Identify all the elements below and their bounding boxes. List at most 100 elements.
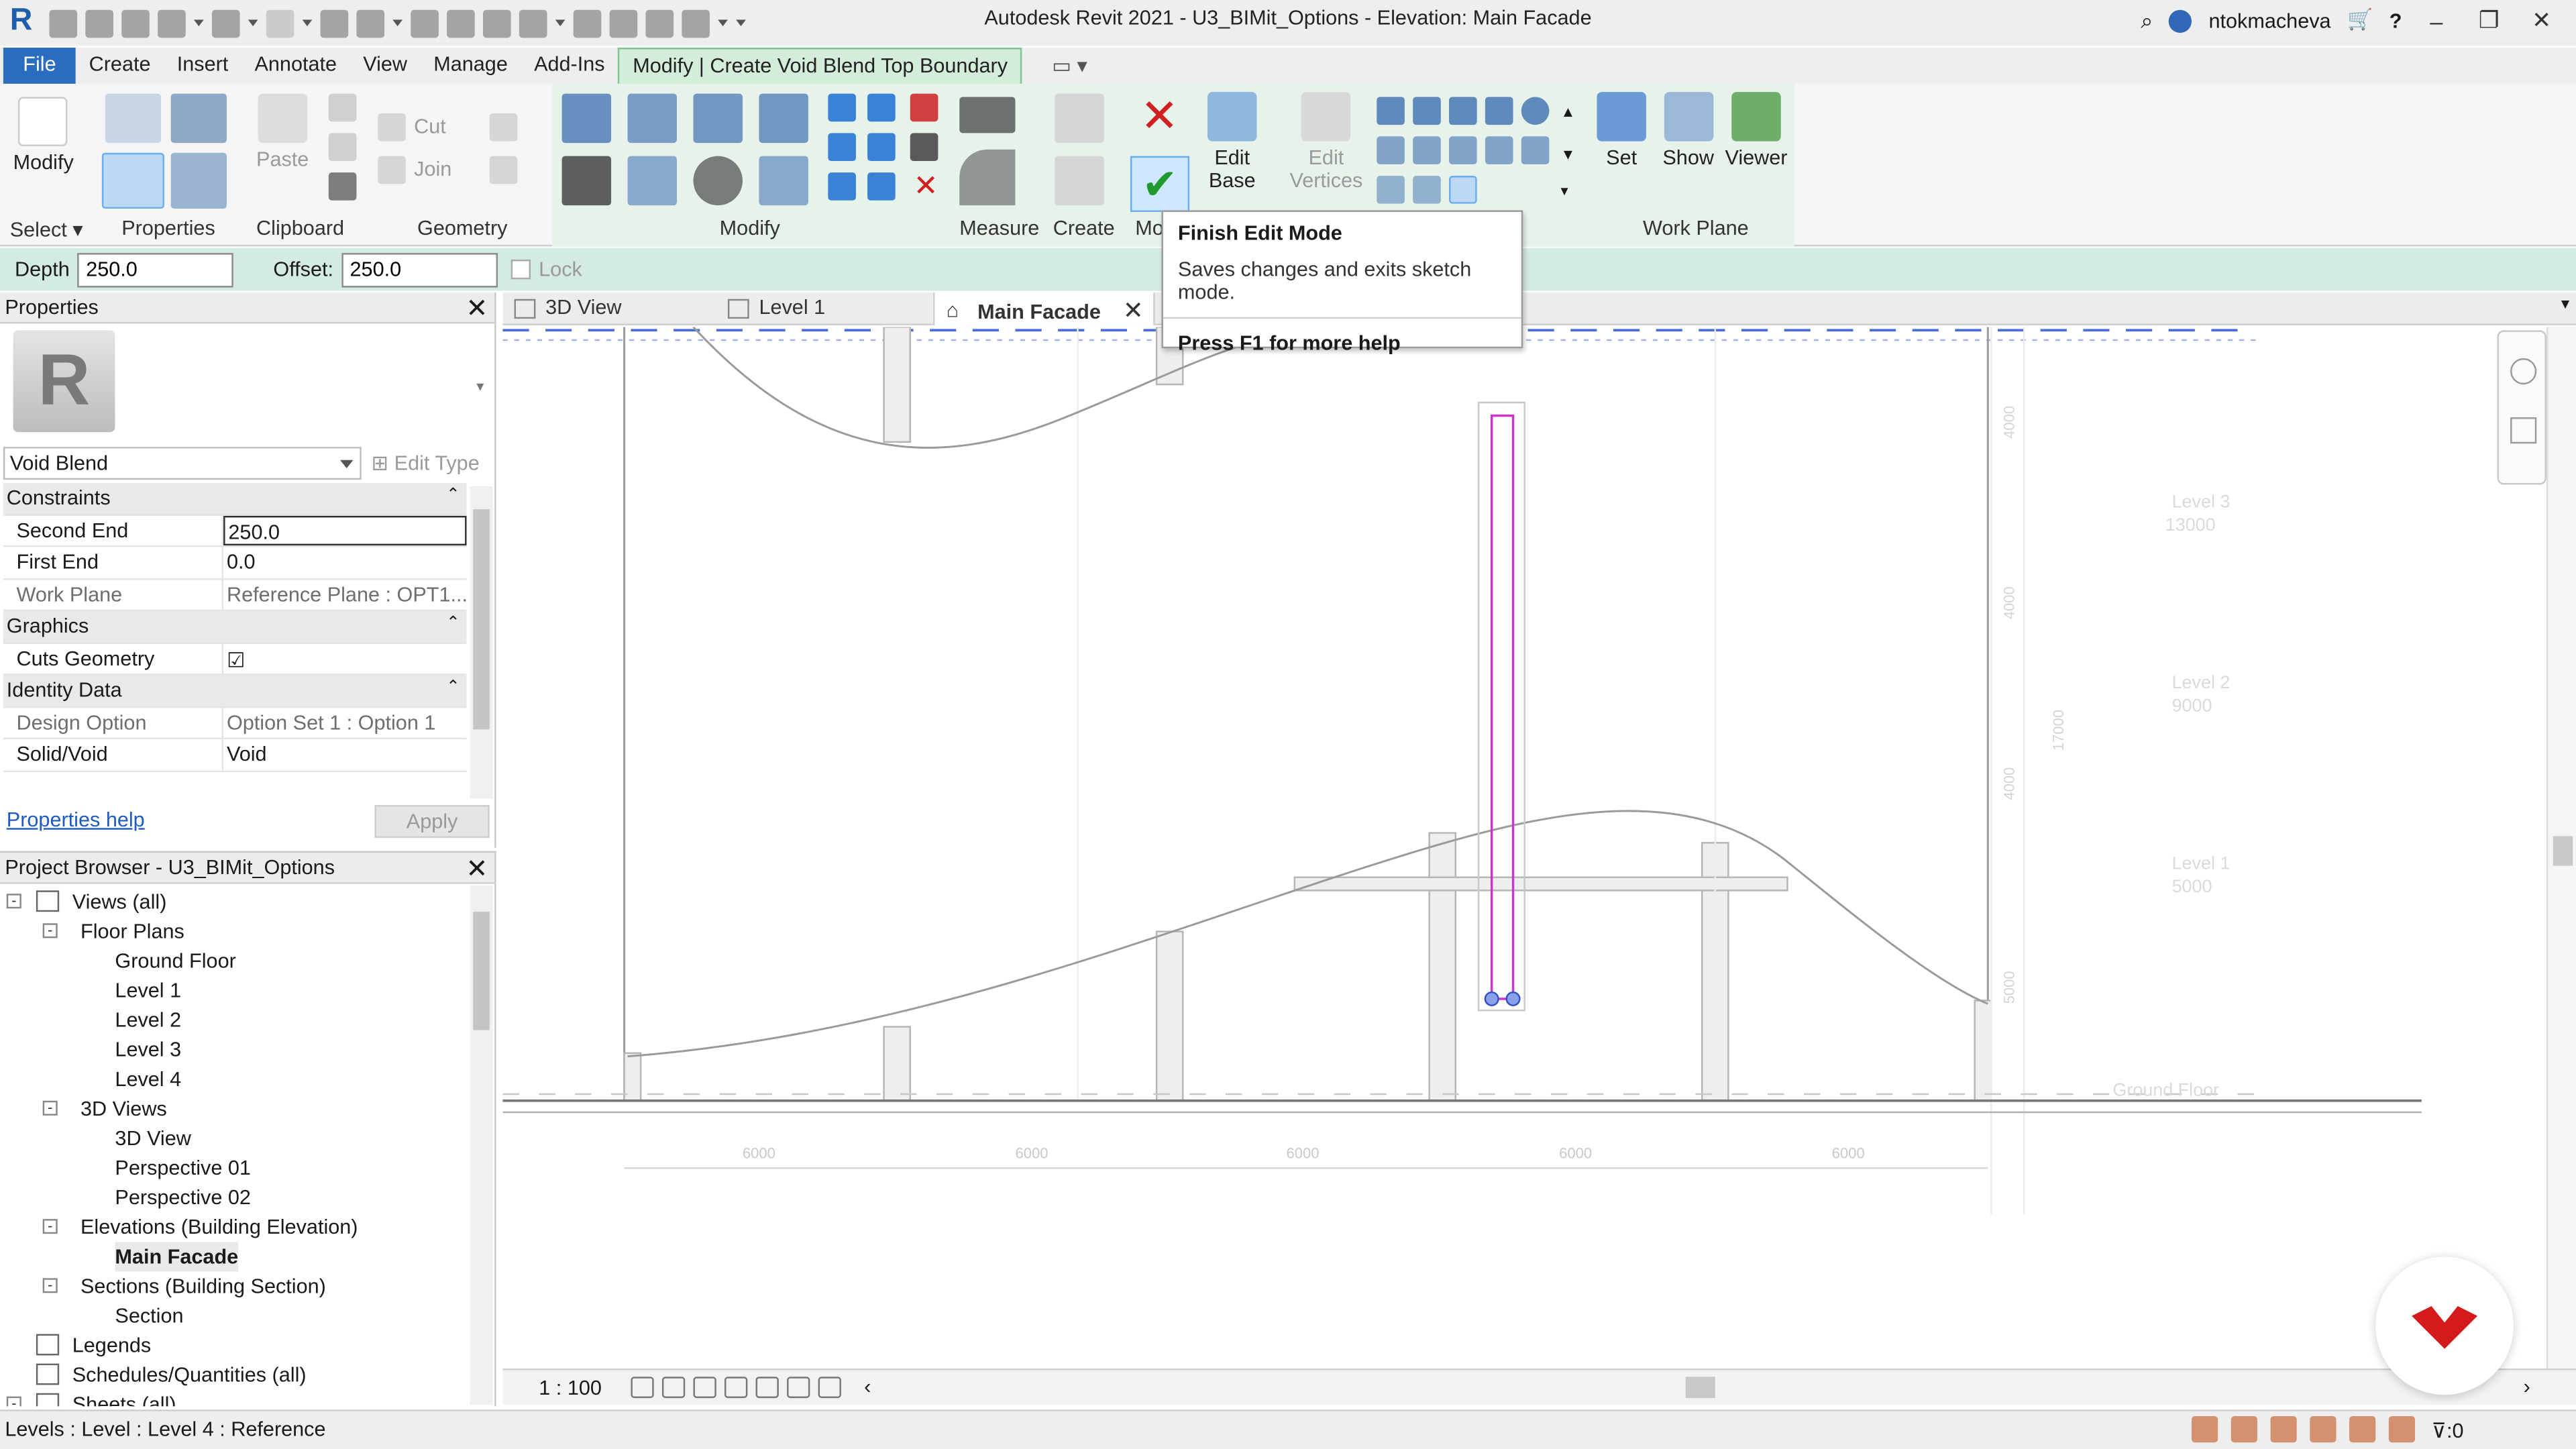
modify-tool-button[interactable]: Modify [13, 97, 74, 174]
select-by-face-icon[interactable] [2349, 1416, 2376, 1443]
tab-annotate[interactable]: Annotate [241, 48, 350, 84]
tree-toggle-icon[interactable]: - [6, 893, 21, 909]
select-pinned-icon[interactable] [2310, 1416, 2337, 1443]
property-group-header[interactable]: Constraints ⌃ [3, 483, 467, 515]
draw-polygon-icon[interactable] [1449, 97, 1477, 125]
sketch-endpoint-left[interactable] [1484, 991, 1499, 1007]
draw-start-end-arc-icon[interactable] [1377, 136, 1405, 164]
canvas-horizontal-scrollbar[interactable] [1685, 1377, 1715, 1399]
scale-icon[interactable] [867, 133, 896, 162]
collapse-group-icon[interactable]: ⌃ [446, 486, 460, 504]
type-preview-dropdown-icon[interactable]: ▾ [476, 378, 484, 396]
tree-toggle-icon[interactable]: - [42, 1218, 58, 1234]
draw-circumscribed-polygon-icon[interactable] [1485, 97, 1513, 125]
create-similar-icon[interactable] [1055, 93, 1104, 144]
work-plane-viewer-button[interactable]: Viewer [1725, 92, 1787, 169]
scroll-right-icon[interactable]: › [2524, 1375, 2530, 1398]
edit-base-button[interactable]: Edit Base [1208, 92, 1257, 193]
offset-input[interactable] [341, 252, 498, 287]
show-crop-region-icon[interactable] [787, 1377, 810, 1399]
scroll-left-icon[interactable]: ‹ [864, 1375, 871, 1398]
set-work-plane-button[interactable]: Set [1597, 92, 1646, 169]
mirror-draw-axis-icon[interactable] [759, 93, 808, 144]
project-browser-scrollbar[interactable] [470, 885, 493, 1405]
family-types-icon[interactable] [170, 93, 227, 144]
close-view-tab-icon[interactable]: ✕ [1123, 297, 1144, 325]
draw-tangent-arc-icon[interactable] [1449, 136, 1477, 164]
sketch-endpoint-right[interactable] [1505, 991, 1521, 1007]
copy-element-icon[interactable] [627, 156, 677, 206]
temporary-hide-icon[interactable] [818, 1377, 841, 1399]
crop-view-icon[interactable] [755, 1377, 779, 1399]
tab-manage[interactable]: Manage [421, 48, 521, 84]
properties-help-link[interactable]: Properties help [7, 808, 145, 831]
family-category-icon[interactable] [170, 152, 227, 209]
void-blend-top-boundary-sketch[interactable] [1490, 414, 1515, 1000]
draw-expand-icon[interactable]: ▾ [1561, 182, 1568, 201]
aligned-dimension-icon[interactable] [959, 149, 1016, 206]
show-work-plane-button[interactable]: Show [1662, 92, 1714, 169]
cancel-edit-mode-button[interactable]: ✕ [1140, 91, 1179, 141]
zoom-icon[interactable] [2510, 417, 2537, 444]
property-value[interactable]: 250.0 [223, 515, 467, 546]
paste-button[interactable]: Paste [256, 93, 309, 171]
user-icon[interactable] [2169, 9, 2192, 32]
property-group-header[interactable]: Graphics ⌃ [3, 611, 467, 643]
close-window-button[interactable]: ✕ [2524, 7, 2560, 35]
edit-type-button[interactable]: ⊞ Edit Type [371, 450, 479, 474]
measure-distance-icon[interactable] [959, 97, 1016, 133]
type-selector[interactable]: Void Blend [3, 447, 362, 480]
depth-input[interactable] [77, 252, 234, 287]
drawing-canvas[interactable]: 6000 6000 6000 6000 6000 4000 4000 4000 … [502, 327, 2546, 1369]
tree-toggle-icon[interactable]: - [42, 1277, 58, 1293]
panel-select-label[interactable]: Select ▾ [10, 217, 83, 241]
tab-add-ins[interactable]: Add-Ins [521, 48, 618, 84]
draw-partial-ellipse-icon[interactable] [1413, 176, 1441, 204]
create-group-icon[interactable] [1055, 156, 1104, 206]
shadows-icon[interactable] [724, 1377, 748, 1399]
collapse-group-icon[interactable]: ⌃ [446, 678, 460, 696]
cope-icon[interactable] [378, 113, 406, 142]
delete-icon[interactable]: ✕ [914, 169, 938, 203]
draw-circle-icon[interactable] [1521, 97, 1550, 125]
tab-create[interactable]: Create [76, 48, 164, 84]
join-geometry-icon[interactable] [378, 156, 406, 184]
apply-button[interactable]: Apply [374, 805, 490, 838]
split-face-icon[interactable] [489, 156, 518, 184]
draw-ellipse-icon[interactable] [1377, 176, 1405, 204]
drag-on-selection-icon[interactable] [2388, 1416, 2416, 1443]
view-scale[interactable]: 1 : 100 [539, 1377, 602, 1399]
canvas-vertical-scrollbar[interactable] [2546, 327, 2576, 1369]
binoculars-icon[interactable]: ⌕ [2141, 7, 2153, 34]
cart-icon[interactable]: 🛒 [2347, 8, 2373, 33]
view-tab-level-1[interactable]: Level 1 [716, 292, 835, 325]
view-tab-main-facade[interactable]: ⌂ Main Facade ✕ [933, 292, 1155, 325]
restore-button[interactable]: ❐ [2471, 7, 2507, 35]
match-type-icon[interactable] [328, 172, 357, 201]
trim-single-icon[interactable] [867, 172, 896, 201]
join-geometry-label[interactable]: Join [414, 158, 451, 180]
split-gap-icon[interactable] [867, 93, 896, 122]
move-icon[interactable] [561, 156, 612, 206]
tab-view[interactable]: View [350, 48, 421, 84]
type-properties-icon[interactable] [105, 93, 162, 144]
properties-toggle-icon[interactable] [101, 152, 164, 209]
minimize-button[interactable]: – [2418, 7, 2455, 34]
help-icon[interactable]: ? [2390, 9, 2402, 32]
steering-wheel-icon[interactable] [2510, 358, 2537, 385]
sun-path-icon[interactable] [693, 1377, 716, 1399]
select-underlay-icon[interactable] [2270, 1416, 2297, 1443]
draw-center-arc-icon[interactable] [1413, 136, 1441, 164]
rotate-icon[interactable] [693, 156, 743, 206]
tree-toggle-icon[interactable]: - [42, 1100, 58, 1116]
cut-geometry-label[interactable]: Cut [414, 115, 446, 138]
username[interactable]: ntokmacheva [2208, 9, 2330, 32]
split-element-icon[interactable] [828, 93, 856, 122]
draw-fillet-arc-icon[interactable] [1485, 136, 1513, 164]
tab-insert[interactable]: Insert [164, 48, 241, 84]
trim-multiple-icon[interactable] [828, 172, 856, 201]
lock-checkbox[interactable] [511, 259, 531, 280]
tree-toggle-icon[interactable]: - [42, 922, 58, 938]
worksets-icon[interactable] [2191, 1416, 2218, 1443]
property-value[interactable]: ☑ [223, 643, 466, 674]
